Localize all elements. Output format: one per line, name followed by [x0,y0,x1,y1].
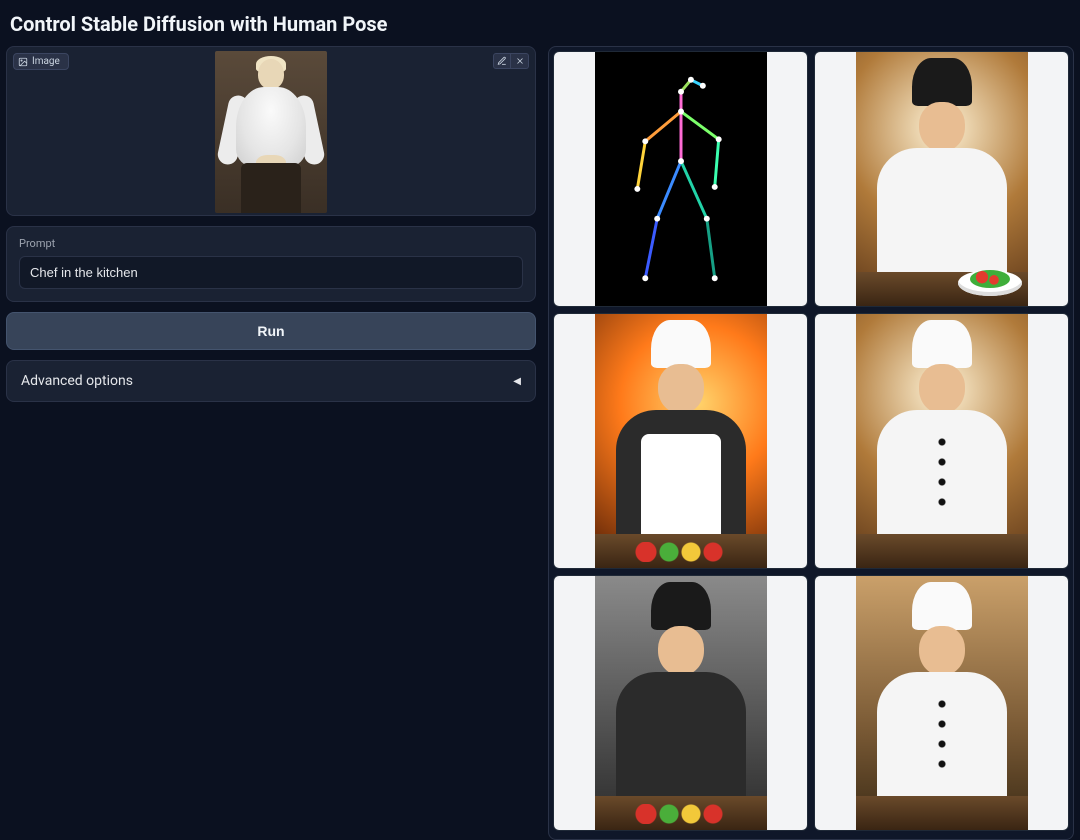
gallery-item[interactable] [553,313,808,569]
gallery-item[interactable] [553,51,808,307]
gallery-item[interactable] [814,313,1069,569]
pose-skeleton-icon [595,52,767,306]
image-badge: Image [13,53,69,70]
image-upload-panel[interactable]: Image [6,46,536,216]
prompt-label: Prompt [19,237,523,250]
pencil-icon [497,56,507,66]
advanced-options-label: Advanced options [21,373,133,389]
caret-left-icon: ◀ [513,376,521,387]
run-button[interactable]: Run [6,312,536,350]
image-icon [18,57,28,67]
prompt-panel: Prompt [6,226,536,302]
edit-image-button[interactable] [493,53,511,69]
input-image-preview[interactable] [215,51,327,213]
output-gallery [548,46,1074,840]
gallery-item[interactable] [814,51,1069,307]
prompt-input[interactable] [19,256,523,289]
clear-image-button[interactable] [511,53,529,69]
advanced-options-toggle[interactable]: Advanced options ◀ [6,360,536,402]
gallery-item[interactable] [814,575,1069,831]
page-title: Control Stable Diffusion with Human Pose [6,6,1074,46]
close-icon [515,56,525,66]
gallery-item[interactable] [553,575,808,831]
image-badge-label: Image [32,56,60,67]
